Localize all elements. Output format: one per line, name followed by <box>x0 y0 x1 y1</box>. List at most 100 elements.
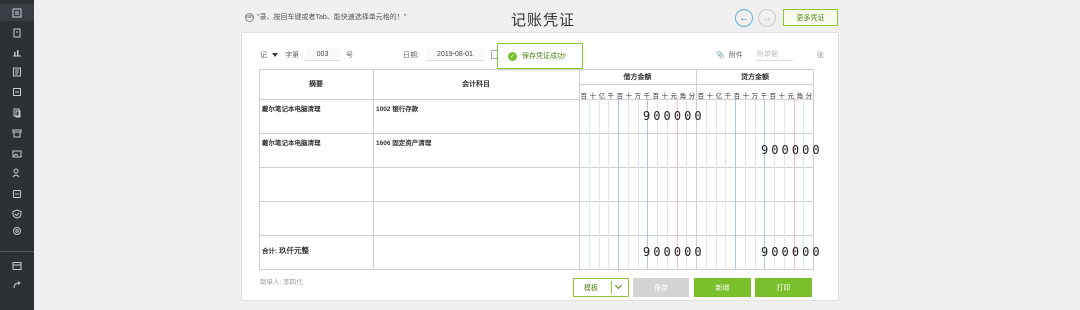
voucher-table: 摘要 会计科目 借方金额 贷方金额 百十亿千百十万千百十元角分 百十亿千百十万千… <box>259 69 820 270</box>
logout-icon[interactable] <box>12 280 22 290</box>
digit-gridline <box>676 99 678 269</box>
check-circle-icon: ✓ <box>508 51 517 61</box>
digit-gridline <box>705 99 707 269</box>
voucher-type-select[interactable]: 记 <box>260 50 267 60</box>
print-button[interactable]: 打印 <box>755 278 812 297</box>
report-icon[interactable] <box>12 67 22 77</box>
voucher-card: 记 字第 003 号 日期: 2019-08-01 📎 附件 附单据 张 ✓ 保… <box>241 32 839 301</box>
voucher-meta: 记 字第 003 号 日期: 2019-08-01 <box>260 48 500 61</box>
prev-voucher-button[interactable]: ← <box>735 9 753 27</box>
template-divider <box>611 281 612 294</box>
column-divider <box>579 69 580 269</box>
date-field[interactable]: 2019-08-01 <box>425 48 484 61</box>
digit-gridline <box>618 99 619 269</box>
keyboard-hint: tab "录、按回车键或者Tab、能快速选择单元格的！" <box>245 12 406 22</box>
col-debit-header: 借方金额 <box>623 74 652 81</box>
shield-icon[interactable] <box>12 209 22 219</box>
save-success-toast: ✓ 保存凭证成功! <box>497 43 583 69</box>
column-divider <box>259 69 260 269</box>
ledger-icon[interactable] <box>12 28 22 38</box>
template-label: 模板 <box>584 284 598 292</box>
row-divider <box>259 235 814 236</box>
tax-icon[interactable] <box>12 189 22 199</box>
row-divider <box>259 201 814 202</box>
row1-summary[interactable]: 戴尔笔记本电脑清理 <box>262 103 321 113</box>
digit-gridline <box>744 99 746 269</box>
gear-icon[interactable] <box>12 226 22 236</box>
digit-gridline <box>715 99 717 269</box>
chevron-down-icon[interactable] <box>614 281 623 290</box>
col-account-header: 会计科目 <box>462 81 490 88</box>
more-vouchers-button[interactable]: 更多凭证 <box>783 9 838 26</box>
digit-gridline <box>598 99 600 269</box>
document-icon[interactable] <box>12 108 22 118</box>
digit-gridline <box>627 99 629 269</box>
archive-icon[interactable] <box>12 261 22 271</box>
row1-debit[interactable]: 900000 <box>643 109 705 123</box>
digit-gridline <box>793 99 795 269</box>
header-bottom-border <box>259 99 814 100</box>
digit-gridline <box>764 99 766 269</box>
row2-summary[interactable]: 戴尔笔记本电脑清理 <box>262 137 321 147</box>
voucher-icon[interactable] <box>12 8 22 18</box>
digit-gridline <box>608 99 610 269</box>
digit-gridline <box>783 99 785 269</box>
store-icon[interactable] <box>12 128 22 138</box>
total-credit: 900000 <box>761 245 823 259</box>
attachment-area: 📎 附件 附单据 张 <box>716 48 824 61</box>
sidebar <box>0 0 34 310</box>
row1-account[interactable]: 1002 银行存款 <box>376 103 418 113</box>
next-voucher-button[interactable]: → <box>758 9 776 27</box>
save-button[interactable]: 保存 <box>633 278 689 297</box>
row-divider <box>259 133 814 134</box>
digit-gridline <box>774 99 775 269</box>
total-label-text: 合计: <box>262 248 278 255</box>
row2-credit[interactable]: 900000 <box>761 143 823 157</box>
row2-account[interactable]: 1606 固定资产清理 <box>376 137 431 147</box>
number-suffix: 号 <box>346 51 353 59</box>
total-words: 玖仟元整 <box>278 246 309 255</box>
image-icon[interactable] <box>12 149 22 159</box>
word-label: 字第 <box>285 51 299 59</box>
digit-gridline <box>735 99 736 269</box>
column-divider <box>696 69 697 269</box>
row-divider <box>259 167 814 168</box>
row-divider <box>259 269 814 270</box>
digit-gridline <box>637 99 639 269</box>
date-label: 日期: <box>403 51 419 59</box>
toast-message: 保存凭证成功! <box>522 53 566 60</box>
hint-text: "录、按回车键或者Tab、能快速选择单元格的！" <box>257 14 407 21</box>
new-button[interactable]: 新增 <box>694 278 751 297</box>
paperclip-icon: 📎 <box>716 51 725 59</box>
attach-label: 附件 <box>728 51 743 59</box>
tab-key-icon: tab <box>245 12 254 22</box>
digit-gridline <box>647 99 649 269</box>
digit-gridline <box>754 99 756 269</box>
invoice-icon[interactable] <box>12 87 22 97</box>
digit-gridline <box>657 99 658 269</box>
attachment-count-field[interactable]: 附单据 <box>756 48 793 61</box>
column-divider <box>373 69 374 269</box>
total-debit: 900000 <box>643 245 705 259</box>
digit-gridline <box>588 99 590 269</box>
col-credit-header: 贷方金额 <box>741 74 769 81</box>
sidebar-divider <box>0 251 34 252</box>
voucher-number-field[interactable]: 003 <box>305 48 340 61</box>
arrow-left-icon: ← <box>739 12 749 24</box>
page-title: 记账凭证 <box>511 12 576 29</box>
template-button[interactable]: 模板 <box>573 278 629 297</box>
arrow-right-icon: → <box>762 12 772 24</box>
digit-gridline <box>803 99 805 269</box>
maker-label: 制单人: 李四代 <box>260 279 303 286</box>
chevron-down-icon[interactable] <box>272 52 278 57</box>
chart-icon[interactable] <box>12 47 22 57</box>
column-divider <box>813 69 814 269</box>
people-icon[interactable] <box>12 168 22 178</box>
digit-gridline <box>725 99 727 269</box>
table-top-border <box>259 69 814 70</box>
digit-gridline <box>686 99 688 269</box>
digit-gridline <box>666 99 668 269</box>
attach-unit: 张 <box>816 51 824 59</box>
total-label: 合计: 玖仟元整 <box>262 245 309 256</box>
col-summary-header: 摘要 <box>309 81 323 88</box>
